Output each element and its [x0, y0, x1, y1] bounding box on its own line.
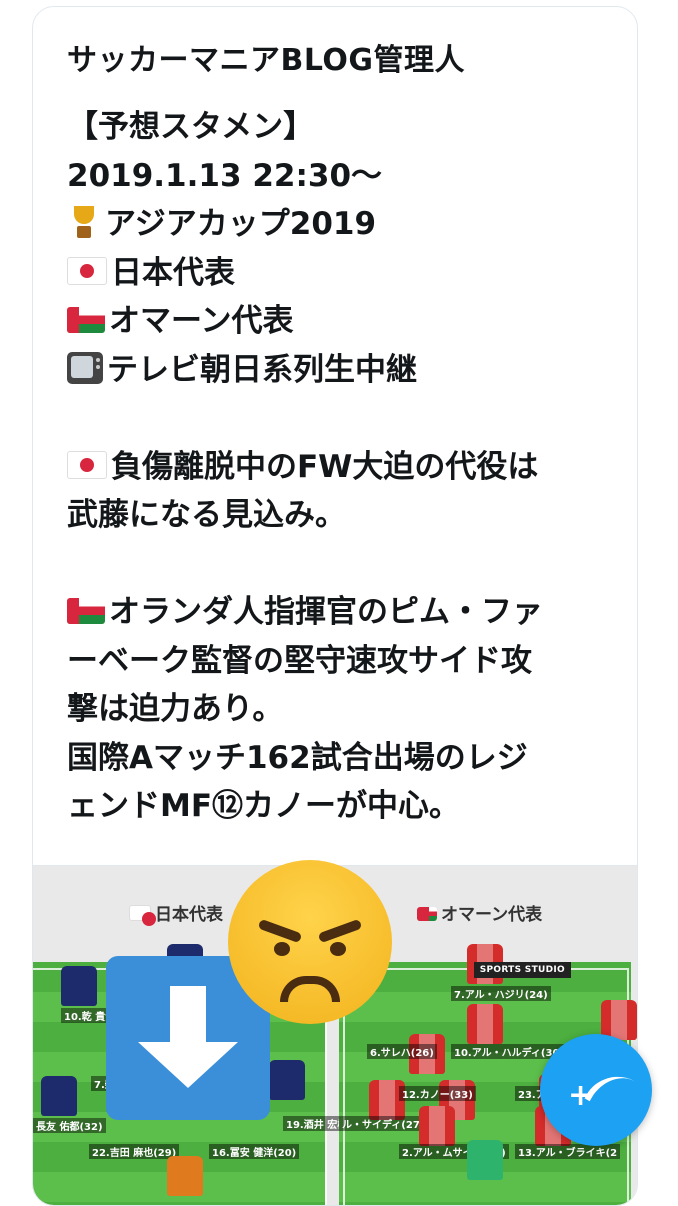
player-name: 16.冨安 健洋(20) — [209, 1144, 300, 1159]
player-name: 6.サレハ(26) — [367, 1044, 437, 1059]
right-brow — [317, 918, 363, 944]
tweet-line: ーベーク監督の堅守速攻サイド攻 — [67, 642, 532, 679]
goalkeeper-shirt — [167, 1156, 203, 1196]
left-eye — [274, 942, 290, 956]
oman-flag-icon — [417, 907, 437, 921]
player-shirt — [61, 966, 97, 1006]
player-name: ル・サイディ(27) — [339, 1116, 428, 1131]
player-name: 13.アル・ブライキ(2 — [515, 1144, 621, 1159]
oman-team-label: オマーン代表 — [417, 900, 542, 925]
tweet-line: ェンドMF⑫カノーが中心。 — [67, 788, 461, 824]
player-shirt — [41, 1076, 77, 1116]
player-name: 12.カノー(33) — [399, 1086, 476, 1101]
tweet-line: オランダ人指揮官のピム・ファ — [67, 588, 627, 637]
trophy-icon — [67, 204, 101, 240]
tweet-line: 【予想スタメン】 — [67, 109, 315, 145]
angry-face-icon — [228, 860, 392, 1024]
player-shirt — [269, 1060, 305, 1100]
japan-flag-icon — [67, 450, 107, 479]
arrow-head — [138, 1042, 238, 1088]
television-icon — [67, 351, 103, 384]
compose-tweet-button[interactable]: + — [540, 1034, 652, 1146]
arrow-stem — [170, 986, 206, 1046]
player-name: 22.吉田 麻也(29) — [89, 1144, 180, 1159]
sports-studio-badge: SPORTS STUDIO — [473, 962, 571, 978]
frown-mouth — [280, 976, 340, 1002]
japan-flag-icon — [67, 256, 107, 285]
tweet-line: 負傷離脱中のFW大迫の代役は — [67, 443, 627, 492]
tweet-line: 武藤になる見込み。 — [67, 497, 346, 533]
left-brow — [257, 918, 303, 944]
japan-flag-icon — [129, 905, 156, 926]
goalkeeper-shirt — [467, 1140, 503, 1180]
tweet-line: 日本代表 — [67, 249, 627, 298]
tweet-line: オマーン代表 — [67, 297, 627, 346]
author-name[interactable]: サッカーマニアBLOG管理人 — [67, 35, 465, 79]
tweet-line: テレビ朝日系列生中継 — [67, 346, 627, 395]
player-name: 7.アル・ハジリ(24) — [451, 986, 551, 1001]
tweet-line: 2019.1.13 22:30〜 — [67, 157, 383, 194]
oman-flag-icon — [67, 598, 105, 624]
tweet-text: 【予想スタメン】 2019.1.13 22:30〜 アジアカップ2019 日本代… — [67, 103, 627, 831]
player-shirt — [419, 1106, 455, 1146]
player-name: 長友 佑都(32) — [33, 1118, 106, 1133]
japan-team-label: 日本代表 — [129, 900, 223, 926]
right-eye — [330, 942, 346, 956]
tweet-line: アジアカップ2019 — [67, 200, 627, 249]
tweet-line: 撃は迫力あり。 — [67, 691, 284, 727]
tweet-line: 国際Aマッチ162試合出場のレジ — [67, 739, 528, 776]
player-shirt — [467, 1004, 503, 1044]
oman-flag-icon — [67, 307, 105, 333]
